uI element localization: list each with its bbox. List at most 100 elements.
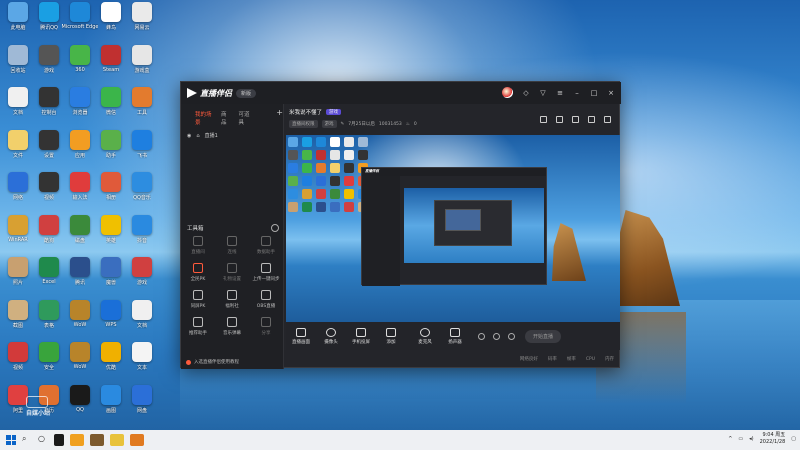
share-icon[interactable] [604,116,611,123]
tab-scenes[interactable]: 我的场景 [195,110,212,126]
preview-app-icon [344,189,354,199]
room-title[interactable]: 米我说不懂了 [289,108,322,116]
app-icon [39,257,59,277]
close-icon[interactable]: × [607,89,615,97]
tool-item[interactable]: 全民PK [181,263,215,282]
search-icon[interactable]: ⌕ [22,434,32,446]
app-icon [132,129,152,150]
preview-nested-window: 直播伴侣 [361,167,547,286]
minimize-icon[interactable]: – [573,89,581,97]
start-live-button[interactable]: 开始直播 [525,329,562,343]
notification-icon[interactable]: ▢ [791,436,796,442]
control-mic[interactable]: 麦克风 [410,327,440,345]
message-icon[interactable]: ◇ [522,89,530,97]
desktop-icon-label: 网盘 [136,407,147,414]
user-avatar[interactable] [502,87,513,98]
toolbox-more-icon[interactable] [271,224,279,232]
tool-label: 推荐助手 [189,331,207,336]
tool-item[interactable]: 连线 [215,236,249,255]
scene-item[interactable]: ◉ ⌂ 直播1 [181,126,283,140]
desktop-icon[interactable]: 网易云 [124,2,160,42]
desktop-icon[interactable]: 游戏盒 [124,44,160,85]
clock[interactable]: 9:04 周五 2022/1/28 [760,432,786,446]
shirt-icon[interactable]: ▽ [539,89,547,97]
desktop-icon[interactable]: 文档 [124,299,160,340]
bell-icon[interactable] [588,116,595,123]
control-add[interactable]: 添加 [376,327,406,345]
tool-item[interactable]: 上传一键同步 [249,263,283,282]
app-icon [132,87,152,107]
taskbar-app-terminal-icon[interactable] [54,434,64,446]
taskbar-app-folder-icon[interactable] [110,434,124,446]
eye-preview-icon[interactable] [493,332,500,340]
app-icon [8,299,28,320]
tab-props[interactable]: 可道具 [239,110,252,126]
app-icon [132,257,152,277]
desktop-icon[interactable]: 飞书 [124,129,160,170]
preview-app-icon [316,176,326,186]
left-footer[interactable]: 入选直播伴侣使用教程 [186,359,239,365]
taskbar-app-game-icon[interactable] [90,434,104,446]
control-screen[interactable]: 直播画面 [286,327,316,345]
desktop-icon-label: 腾讯QQ [40,25,58,31]
app-icon [70,44,90,65]
taskbar-app-files-icon[interactable] [70,434,84,446]
room-tools [540,116,611,123]
app-name: 直播伴侣 [200,88,232,98]
network-icon[interactable]: ▭ [738,436,743,442]
app-icon [39,2,59,22]
preview-app-icon [288,202,298,212]
tab-goods[interactable]: 商品 [221,110,230,126]
title-bar[interactable]: 直播伴侣 新版 ◇ ▽ ≡ – □ × [181,82,621,104]
desktop-icon-label: 蜂鸟 [105,25,116,31]
tool-item[interactable]: 数据助手 [249,236,283,255]
chat-icon[interactable] [572,116,579,123]
desktop-icon[interactable]: 网盘 [124,384,160,425]
tool-icon [193,236,203,246]
desktop-icon-label: 磁盘 [74,237,85,244]
eye-icon[interactable]: ◉ [187,133,191,139]
menu-icon[interactable]: ≡ [556,89,564,97]
lock-icon[interactable]: ⌂ [196,133,199,139]
desktop-icon[interactable]: 工具 [124,87,160,127]
room-tag[interactable]: 游戏 [326,109,342,115]
cart-icon[interactable] [556,116,563,123]
control-camera[interactable]: 摄像头 [316,327,346,345]
tool-label: 上传一键同步 [252,277,280,282]
desktop-icon[interactable]: 抖音 [124,214,160,255]
stream-preview[interactable]: 直播伴侣 [286,135,620,322]
gift-icon[interactable] [540,116,547,123]
tool-item[interactable]: 礼物设置 [215,263,249,282]
task-view-icon[interactable]: ○ [38,434,48,446]
desktop-icon[interactable]: 文本 [124,342,160,382]
tool-item[interactable]: OBS直播 [249,290,283,309]
tool-item[interactable]: 分享 [249,317,283,336]
edit-icon[interactable]: ✎ [341,122,345,127]
version-pill[interactable]: 新版 [236,88,257,98]
tutorial-link[interactable]: 入选直播伴侣使用教程 [194,359,239,365]
tool-item[interactable]: 同屏PK [181,290,215,309]
meta-chip-category[interactable]: 游戏 [321,120,337,128]
app-icon [70,2,90,22]
tool-item[interactable]: 推荐助手 [181,317,215,336]
add-scene-icon[interactable]: + [276,109,283,126]
tool-item[interactable]: 音乐弹幕 [215,317,249,336]
control-phone-cast[interactable]: 手机投屏 [346,327,376,345]
preview-app-icon [344,150,354,160]
settings-icon[interactable] [508,332,515,340]
taskbar-app-live-icon[interactable] [130,434,144,446]
control-speaker[interactable]: 扬声器 [440,327,470,345]
meta-chip-permission[interactable]: 直播间权限 [289,120,318,128]
volume-icon[interactable]: ◂) [749,436,753,442]
desktop-icon-label: 视频 [12,365,23,371]
desktop-icon[interactable]: QQ音乐 [124,172,160,212]
desktop-icon-label: 文档 [12,110,23,116]
desktop-icon[interactable]: 游戏 [124,257,160,297]
windows-start-icon[interactable] [6,435,16,445]
tool-item[interactable]: 直播间 [181,236,215,255]
tray-chevron-icon[interactable]: ^ [728,436,732,442]
record-icon[interactable] [478,332,485,340]
tool-item[interactable]: 福利社 [215,290,249,309]
preview-app-icon [330,202,340,212]
maximize-icon[interactable]: □ [590,89,598,97]
